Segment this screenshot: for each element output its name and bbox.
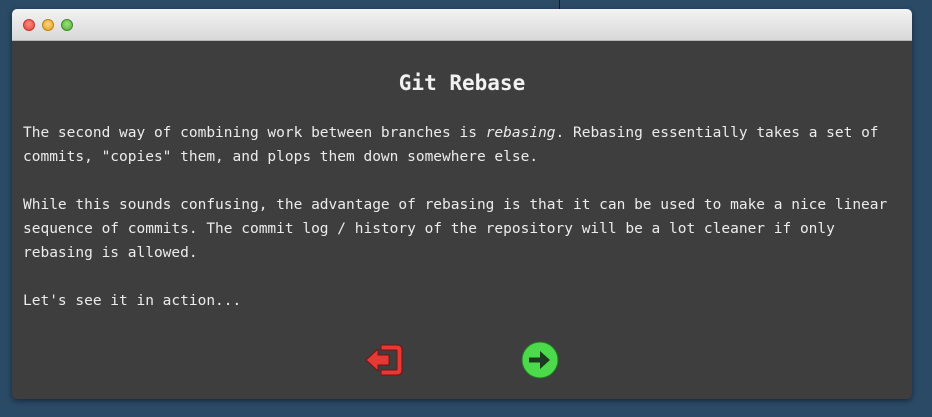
dialog-paragraph-3: Let's see it in action... xyxy=(23,293,242,309)
desktop-divider xyxy=(559,0,560,9)
window-titlebar[interactable] xyxy=(12,9,912,41)
dialog-title: Git Rebase xyxy=(398,71,526,95)
paragraph-1-emphasis: rebasing xyxy=(485,125,556,141)
close-window-button[interactable] xyxy=(23,19,35,31)
arrow-right-circle-icon xyxy=(521,341,559,379)
zoom-window-button[interactable] xyxy=(61,19,73,31)
dialog-paragraph-2: While this sounds confusing, the advanta… xyxy=(23,197,888,261)
exit-button[interactable] xyxy=(364,340,404,380)
dialog-window: Git Rebase The second way of combining w… xyxy=(12,9,912,399)
next-button[interactable] xyxy=(520,340,560,380)
exit-icon xyxy=(365,344,403,376)
dialog-content: Git Rebase The second way of combining w… xyxy=(12,41,912,399)
paragraph-1-text-start: The second way of combining work between… xyxy=(23,125,486,141)
minimize-window-button[interactable] xyxy=(42,19,54,31)
dialog-paragraph-1: The second way of combining work between… xyxy=(23,121,898,169)
